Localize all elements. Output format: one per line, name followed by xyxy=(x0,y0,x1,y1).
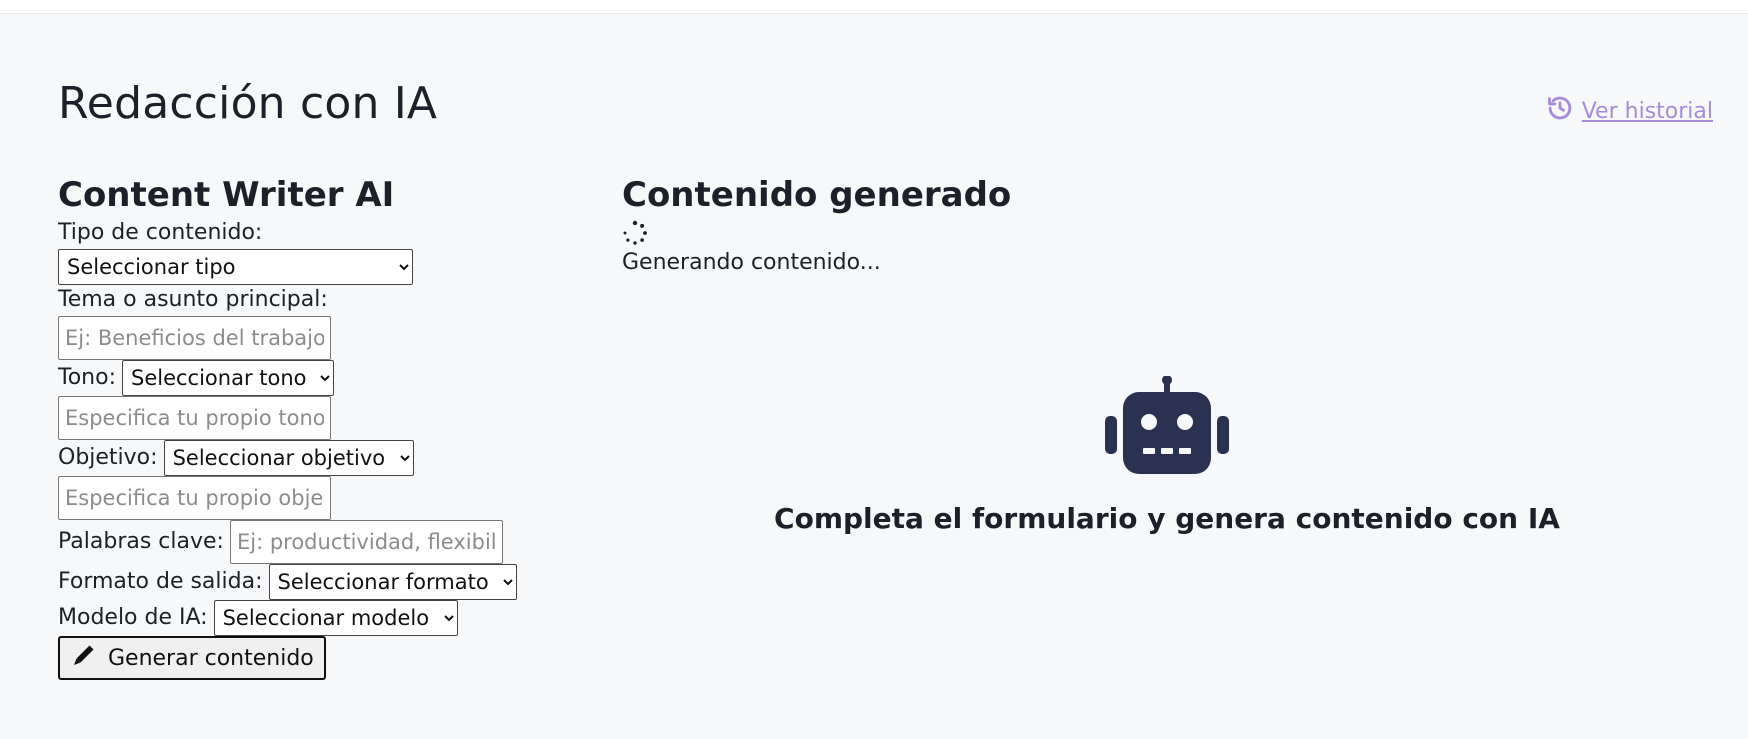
history-link-label[interactable]: Ver historial xyxy=(1582,99,1713,124)
history-link[interactable]: Ver historial xyxy=(1546,94,1713,128)
objective-label: Objetivo: xyxy=(58,444,158,470)
form-panel: Content Writer AI Tipo de contenido: Sel… xyxy=(58,175,578,680)
content-type-select[interactable]: Seleccionar tipo xyxy=(58,249,413,285)
keywords-label: Palabras clave: xyxy=(58,528,224,554)
generate-content-label: Generar contenido xyxy=(108,645,314,671)
loading-text: Generando contenido... xyxy=(622,250,881,275)
robot-icon xyxy=(1105,376,1229,474)
form-title: Content Writer AI xyxy=(58,175,395,215)
tone-row: Tono: Seleccionar tono xyxy=(58,360,578,396)
output-panel: Contenido generado Generando contenido..… xyxy=(622,175,1712,535)
content-type-label: Tipo de contenido: xyxy=(58,220,263,245)
model-row: Modelo de IA: Seleccionar modelo xyxy=(58,600,578,636)
output-format-row: Formato de salida: Seleccionar formato xyxy=(58,564,578,600)
empty-state-message: Completa el formulario y genera contenid… xyxy=(774,502,1560,535)
output-format-select[interactable]: Seleccionar formato xyxy=(268,564,517,600)
keywords-input[interactable] xyxy=(229,520,503,564)
generate-content-button[interactable]: Generar contenido xyxy=(58,636,326,680)
output-title: Contenido generado xyxy=(622,175,1012,215)
output-format-label: Formato de salida: xyxy=(58,568,263,594)
topic-label: Tema o asunto principal: xyxy=(58,287,328,312)
model-label: Modelo de IA: xyxy=(58,604,208,630)
pen-icon xyxy=(72,643,96,673)
custom-tone-input[interactable] xyxy=(58,396,331,440)
model-select[interactable]: Seleccionar modelo xyxy=(213,600,458,636)
keywords-row: Palabras clave: xyxy=(58,520,578,564)
top-bar xyxy=(0,0,1748,14)
tone-select[interactable]: Seleccionar tono xyxy=(121,360,334,396)
objective-select[interactable]: Seleccionar objetivo xyxy=(163,440,414,476)
objective-row: Objetivo: Seleccionar objetivo xyxy=(58,440,578,476)
topic-input[interactable] xyxy=(58,316,331,360)
custom-objective-input[interactable] xyxy=(58,476,331,520)
page-title: Redacción con IA xyxy=(58,78,438,129)
history-icon xyxy=(1546,94,1574,128)
empty-state: Completa el formulario y genera contenid… xyxy=(622,376,1712,535)
tone-label: Tono: xyxy=(58,364,116,390)
spinner-icon xyxy=(622,220,648,246)
